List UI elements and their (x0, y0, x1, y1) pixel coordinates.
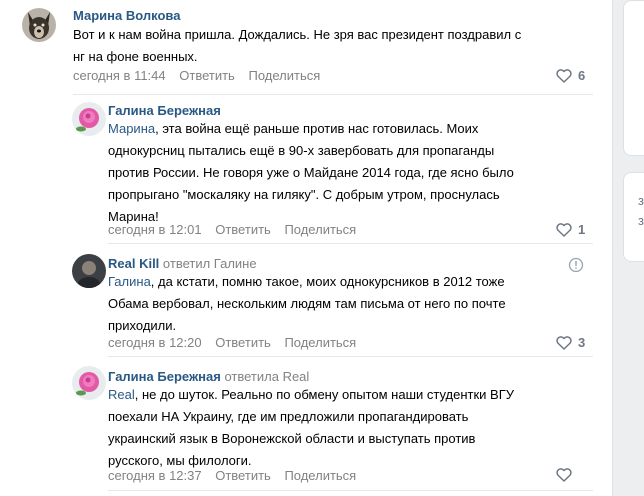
share-button[interactable]: Поделиться (284, 335, 356, 350)
comment-author[interactable]: Real Kill ответил Галине (108, 256, 257, 271)
side-card-text: з (638, 213, 644, 228)
heart-icon (556, 222, 572, 237)
reply-to-label[interactable]: ответил Галине (163, 256, 257, 271)
heart-icon (556, 68, 572, 83)
comment-text: Марина, эта война ещё раньше против нас … (108, 121, 514, 224)
side-card (623, 0, 644, 156)
like-count: 6 (578, 68, 586, 83)
avatar-rose[interactable] (72, 366, 106, 400)
like-count: 1 (578, 222, 586, 237)
side-card: з з (623, 172, 644, 262)
reply-button[interactable]: Ответить (215, 468, 271, 483)
reply-button[interactable]: Ответить (215, 335, 271, 350)
reply-to-label[interactable]: ответила Real (224, 369, 309, 384)
like-button[interactable]: 3 (556, 335, 585, 350)
like-count: 3 (578, 335, 586, 350)
like-button[interactable] (556, 468, 578, 482)
divider (108, 490, 593, 491)
share-button[interactable]: Поделиться (284, 222, 356, 237)
reply-button[interactable]: Ответить (215, 222, 271, 237)
comment-meta: сегодня в 11:44 Ответить Поделиться (73, 68, 320, 83)
divider (108, 356, 593, 357)
avatar-rose[interactable] (72, 102, 106, 136)
comment-time[interactable]: сегодня в 12:20 (108, 335, 202, 350)
share-button[interactable]: Поделиться (284, 468, 356, 483)
comments-panel: Марина Волкова Вот и к нам война пришла.… (0, 0, 613, 496)
share-button[interactable]: Поделиться (248, 68, 320, 83)
comment-author[interactable]: Галина Бережная (108, 103, 221, 118)
avatar-user[interactable] (72, 254, 106, 288)
avatar-dog[interactable] (22, 8, 56, 42)
comment-time[interactable]: сегодня в 12:37 (108, 468, 202, 483)
like-button[interactable]: 6 (556, 68, 585, 83)
reply-button[interactable]: Ответить (179, 68, 235, 83)
comment-meta: сегодня в 12:37 Ответить Поделиться (108, 468, 356, 483)
like-button[interactable]: 1 (556, 222, 585, 237)
heart-icon (556, 468, 572, 482)
mention-link[interactable]: Галина (108, 274, 151, 289)
comment-text: Вот и к нам война пришла. Дождались. Не … (73, 27, 522, 64)
divider (108, 243, 593, 244)
comment-time[interactable]: сегодня в 11:44 (73, 68, 166, 83)
comment-author[interactable]: Галина Бережная ответила Real (108, 369, 309, 384)
comment-meta: сегодня в 12:20 Ответить Поделиться (108, 335, 356, 350)
comment-time[interactable]: сегодня в 12:01 (108, 222, 202, 237)
comment-text: Real, не до шуток. Реально по обмену опы… (108, 387, 515, 468)
comment-text: Галина, да кстати, помню такое, моих одн… (108, 274, 506, 333)
comment-author[interactable]: Марина Волкова (73, 8, 180, 23)
divider (73, 94, 593, 95)
exclamation-circle-icon[interactable] (568, 257, 584, 276)
side-card-text: з (638, 193, 644, 208)
mention-link[interactable]: Марина (108, 121, 155, 136)
heart-icon (556, 335, 572, 350)
mention-link[interactable]: Real (108, 387, 135, 402)
comment-meta: сегодня в 12:01 Ответить Поделиться (108, 222, 356, 237)
